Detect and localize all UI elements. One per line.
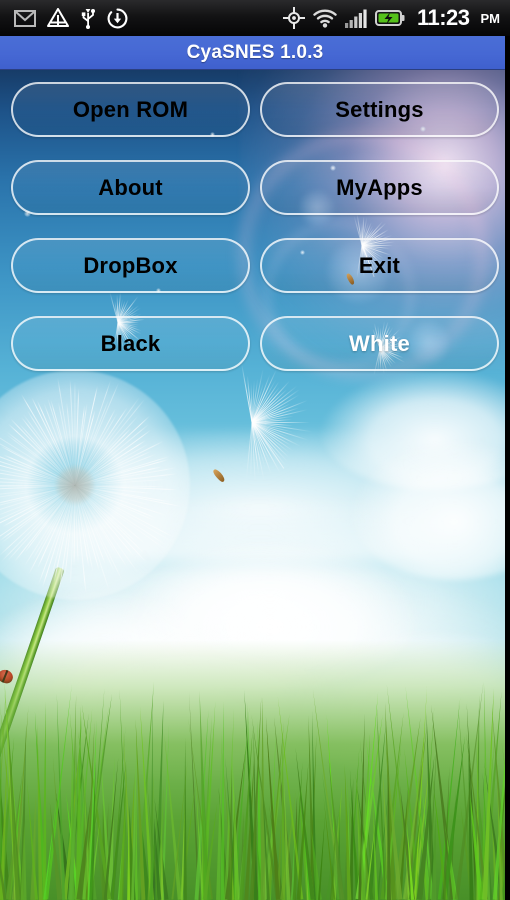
settings-button[interactable]: Settings — [260, 82, 499, 137]
dropbox-button-label: DropBox — [83, 255, 177, 277]
screen-right-bezel — [505, 36, 510, 900]
button-row: About MyApps — [11, 160, 499, 215]
app-title-bar: CyaSNES 1.0.3 — [0, 36, 510, 70]
phone-screen: 11:23 PM CyaSNES 1.0.3 Open ROM Settings… — [0, 0, 510, 900]
android-alert-icon — [47, 8, 69, 28]
status-bar-clock-ampm: PM — [481, 12, 501, 25]
white-theme-button[interactable]: White — [260, 316, 499, 371]
signal-bars-icon — [345, 9, 367, 28]
black-theme-button[interactable]: Black — [11, 316, 250, 371]
grass-blade — [21, 822, 28, 900]
download-sync-icon — [107, 8, 128, 29]
status-bar-system-icons: 11:23 PM — [283, 7, 510, 29]
status-bar: 11:23 PM — [0, 0, 510, 36]
grass-blade — [387, 754, 391, 900]
battery-charging-icon — [375, 9, 405, 27]
settings-button-label: Settings — [335, 99, 423, 121]
grass-blade — [127, 809, 130, 900]
about-button-label: About — [98, 177, 163, 199]
button-row: DropBox Exit — [11, 238, 499, 293]
about-button[interactable]: About — [11, 160, 250, 215]
status-bar-clock: 11:23 — [417, 7, 470, 29]
myapps-button[interactable]: MyApps — [260, 160, 499, 215]
open-rom-button[interactable]: Open ROM — [11, 82, 250, 137]
dropbox-button[interactable]: DropBox — [11, 238, 250, 293]
main-menu-button-grid: Open ROM Settings About MyApps DropBox E… — [0, 70, 510, 394]
open-rom-button-label: Open ROM — [73, 99, 188, 121]
myapps-button-label: MyApps — [336, 177, 423, 199]
grass-blades — [0, 670, 510, 900]
gps-crosshair-icon — [283, 7, 305, 29]
black-theme-button-label: Black — [101, 333, 161, 355]
wifi-icon — [313, 9, 337, 28]
grass-blade — [318, 816, 326, 900]
exit-button[interactable]: Exit — [260, 238, 499, 293]
exit-button-label: Exit — [359, 255, 400, 277]
status-bar-notification-icons — [0, 8, 283, 29]
app-title: CyaSNES 1.0.3 — [187, 42, 324, 64]
usb-icon — [80, 8, 96, 29]
button-row: Open ROM Settings — [11, 82, 499, 137]
gmail-icon — [14, 10, 36, 27]
grass-blade — [184, 738, 187, 900]
white-theme-button-label: White — [349, 333, 410, 355]
button-row: Black White — [11, 316, 499, 371]
